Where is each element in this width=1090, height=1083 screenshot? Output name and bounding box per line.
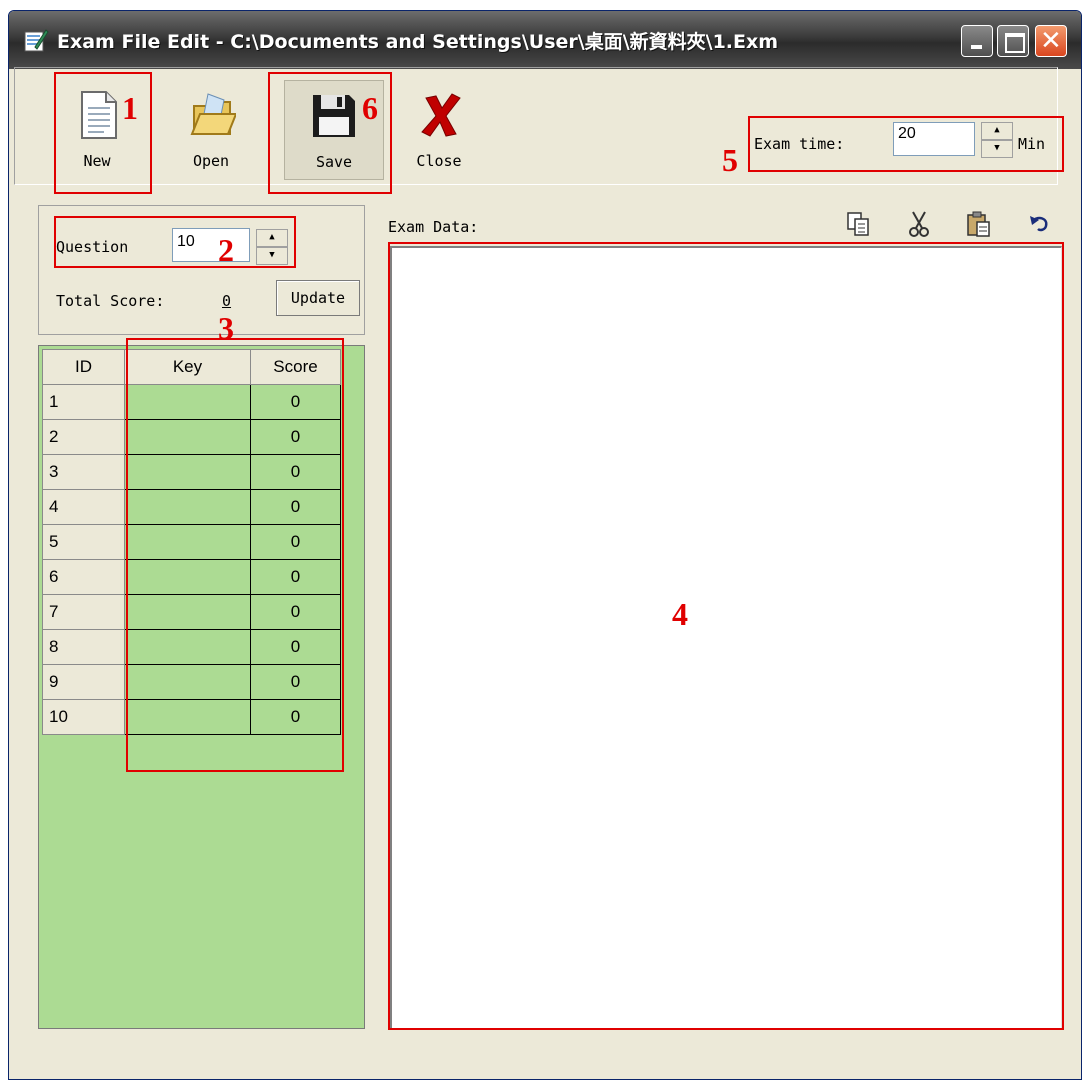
undo-icon[interactable] xyxy=(1026,210,1052,238)
score-cell[interactable]: 0 xyxy=(250,454,341,490)
spin-down-icon[interactable]: ▼ xyxy=(981,140,1013,158)
key-cell[interactable] xyxy=(124,629,251,665)
spin-down-icon[interactable]: ▼ xyxy=(256,247,288,265)
question-label: Question xyxy=(56,238,129,256)
column-header-key[interactable]: Key xyxy=(124,349,251,385)
exam-data-label: Exam Data: xyxy=(388,218,479,236)
row-id-cell: 1 xyxy=(42,384,125,420)
key-cell[interactable] xyxy=(124,664,251,700)
new-label: New xyxy=(83,152,111,170)
score-cell[interactable]: 0 xyxy=(250,489,341,525)
row-id-cell: 3 xyxy=(42,454,125,490)
key-cell[interactable] xyxy=(124,419,251,455)
row-id-cell: 10 xyxy=(42,699,125,735)
table-row: 50 xyxy=(42,524,341,560)
row-id-cell: 2 xyxy=(42,419,125,455)
question-count-input[interactable]: 10 xyxy=(172,228,250,262)
key-cell[interactable] xyxy=(124,524,251,560)
column-header-id[interactable]: ID xyxy=(42,349,125,385)
annotation-number-5: 5 xyxy=(722,142,738,178)
maximize-icon xyxy=(1005,33,1025,53)
row-id-cell: 6 xyxy=(42,559,125,595)
key-cell[interactable] xyxy=(124,559,251,595)
question-count-spinner[interactable]: ▲ ▼ xyxy=(256,229,288,265)
exam-time-spinner[interactable]: ▲ ▼ xyxy=(981,122,1013,158)
window-title: Exam File Edit - C:\Documents and Settin… xyxy=(57,31,779,53)
copy-icon[interactable] xyxy=(846,210,872,238)
key-cell[interactable] xyxy=(124,384,251,420)
grid-header-row: ID Key Score xyxy=(42,349,341,385)
title-bar[interactable]: Exam File Edit - C:\Documents and Settin… xyxy=(9,11,1081,69)
app-icon xyxy=(24,29,49,52)
answer-grid: ID Key Score 10 20 30 40 50 60 70 80 90 … xyxy=(42,349,341,735)
table-row: 20 xyxy=(42,419,341,455)
score-cell[interactable]: 0 xyxy=(250,559,341,595)
minimize-icon xyxy=(971,45,982,49)
open-button[interactable]: Open xyxy=(168,80,254,180)
paste-icon[interactable] xyxy=(966,210,992,238)
score-cell[interactable]: 0 xyxy=(250,629,341,665)
score-cell[interactable]: 0 xyxy=(250,699,341,735)
exam-time-input[interactable]: 20 xyxy=(893,122,975,156)
table-row: 40 xyxy=(42,489,341,525)
exam-time-unit: Min xyxy=(1018,135,1046,153)
key-cell[interactable] xyxy=(124,454,251,490)
row-id-cell: 9 xyxy=(42,664,125,700)
spin-up-icon[interactable]: ▲ xyxy=(256,229,288,247)
open-label: Open xyxy=(192,152,230,170)
table-row: 30 xyxy=(42,454,341,490)
table-row: 70 xyxy=(42,594,341,630)
spin-up-icon[interactable]: ▲ xyxy=(981,122,1013,140)
floppy-disk-icon xyxy=(313,95,355,137)
table-row: 10 xyxy=(42,384,341,420)
score-cell[interactable]: 0 xyxy=(250,384,341,420)
close-button[interactable]: Close xyxy=(396,80,482,180)
score-cell[interactable]: 0 xyxy=(250,419,341,455)
annotation-number-3: 3 xyxy=(218,310,234,346)
minimize-button[interactable] xyxy=(961,25,993,57)
annotation-number-4: 4 xyxy=(672,596,688,632)
row-id-cell: 4 xyxy=(42,489,125,525)
table-row: 10 0 xyxy=(42,699,341,735)
exam-data-textarea[interactable] xyxy=(390,246,1062,1030)
total-score-label: Total Score: xyxy=(56,292,165,310)
annotation-number-2: 2 xyxy=(218,232,234,268)
close-label: Close xyxy=(416,152,462,170)
row-id-cell: 5 xyxy=(42,524,125,560)
table-row: 60 xyxy=(42,559,341,595)
key-cell[interactable] xyxy=(124,489,251,525)
close-window-button[interactable]: ✕ xyxy=(1035,25,1067,57)
row-id-cell: 8 xyxy=(42,629,125,665)
key-cell[interactable] xyxy=(124,594,251,630)
score-cell[interactable]: 0 xyxy=(250,594,341,630)
new-file-icon xyxy=(81,91,117,139)
exam-time-label: Exam time: xyxy=(754,135,845,153)
total-score-value: 0 xyxy=(222,292,232,310)
key-cell[interactable] xyxy=(124,699,251,735)
score-cell[interactable]: 0 xyxy=(250,664,341,700)
annotation-number-6: 6 xyxy=(362,90,378,126)
save-label: Save xyxy=(315,153,353,171)
close-icon: ✕ xyxy=(1040,26,1062,56)
red-x-icon xyxy=(421,93,461,137)
table-row: 80 xyxy=(42,629,341,665)
score-cell[interactable]: 0 xyxy=(250,524,341,560)
column-header-score[interactable]: Score xyxy=(250,349,341,385)
update-button[interactable]: Update xyxy=(276,280,360,316)
open-folder-icon xyxy=(190,93,236,135)
annotation-number-1: 1 xyxy=(122,90,138,126)
maximize-button[interactable] xyxy=(997,25,1029,57)
row-id-cell: 7 xyxy=(42,594,125,630)
table-row: 90 xyxy=(42,664,341,700)
cut-icon[interactable] xyxy=(906,210,932,238)
